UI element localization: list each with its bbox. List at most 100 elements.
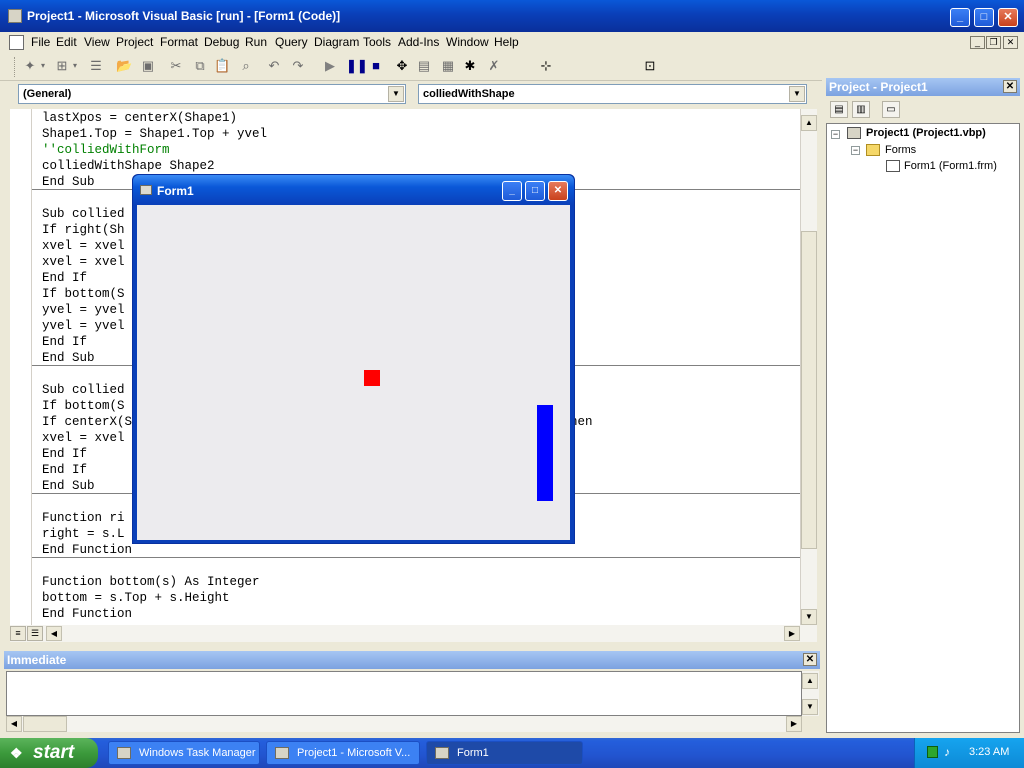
code-line[interactable]: End Function [42, 543, 132, 557]
scroll-left-icon[interactable]: ◀ [46, 626, 62, 641]
collapse-icon[interactable]: − [851, 146, 860, 155]
form1-title-bar[interactable]: Form1 _ □ ✕ [133, 175, 574, 205]
code-line[interactable]: If centerX(S [42, 415, 132, 429]
code-line[interactable]: End If [42, 335, 87, 349]
object-combo[interactable]: (General) ▼ [18, 84, 406, 104]
add-project-dropdown-icon[interactable]: ▾ [38, 58, 48, 74]
close-button[interactable]: ✕ [998, 8, 1018, 27]
minimize-button[interactable]: _ [950, 8, 970, 27]
paste-icon[interactable]: 📋 [214, 58, 230, 74]
procedure-combo[interactable]: colliedWithShape ▼ [418, 84, 807, 104]
menu-editor-icon[interactable]: ☰ [88, 58, 104, 74]
maximize-button[interactable]: □ [974, 8, 994, 27]
code-line[interactable]: End If [42, 447, 87, 461]
form-icon[interactable] [140, 185, 152, 195]
open-project-icon[interactable]: 📂 [116, 58, 132, 74]
view-object-icon[interactable]: ▥ [852, 101, 870, 118]
code-line[interactable]: Sub collied [42, 207, 125, 221]
code-line[interactable]: Function bottom(s) As Integer [42, 575, 260, 589]
scroll-left-icon[interactable]: ◀ [6, 716, 22, 732]
add-form-dropdown-icon[interactable]: ▾ [70, 58, 80, 74]
tree-item-project[interactable]: Project1 (Project1.vbp) [866, 127, 986, 139]
minimize-button[interactable]: _ [502, 181, 522, 201]
form-layout-icon[interactable]: ▦ [440, 58, 456, 74]
object-browser-icon[interactable]: ✱ [462, 58, 478, 74]
code-line[interactable]: If right(Sh [42, 223, 125, 237]
start-icon[interactable]: ▶ [322, 58, 338, 74]
task-form1[interactable]: Form1 [426, 741, 583, 765]
code-line[interactable]: Shape1.Top = Shape1.Top + yvel [42, 127, 267, 141]
toggle-folders-icon[interactable]: ▭ [882, 101, 900, 118]
close-button[interactable]: ✕ [548, 181, 568, 201]
menu-edit[interactable]: Edit [56, 35, 77, 49]
toolbar-grip[interactable] [14, 57, 17, 77]
scroll-down-icon[interactable]: ▼ [801, 609, 817, 625]
code-window-icon[interactable] [9, 35, 24, 50]
tree-item-forms[interactable]: Forms [885, 144, 916, 156]
add-project-icon[interactable]: ✦ [22, 58, 38, 74]
menu-view[interactable]: View [84, 35, 110, 49]
scroll-up-icon[interactable]: ▲ [801, 115, 817, 131]
menu-window[interactable]: Window [446, 35, 489, 49]
task-windows-task-manager[interactable]: Windows Task Manager [108, 741, 260, 765]
code-line[interactable]: End Function [42, 607, 132, 621]
form1-window[interactable]: Form1 _ □ ✕ [132, 174, 575, 544]
maximize-button[interactable]: □ [525, 181, 545, 201]
properties-window-icon[interactable]: ▤ [416, 58, 432, 74]
code-line[interactable]: If bottom(S [42, 399, 125, 413]
view-code-icon[interactable]: ▤ [830, 101, 848, 118]
code-line[interactable]: End Sub [42, 351, 95, 365]
code-line[interactable]: End Sub [42, 175, 95, 189]
task-visual-basic[interactable]: Project1 - Microsoft V... [266, 741, 420, 765]
clock[interactable]: 3:23 AM [969, 746, 1009, 758]
vb-app-icon[interactable] [8, 9, 22, 23]
immediate-horizontal-scrollbar[interactable]: ◀ ▶ [6, 716, 802, 732]
menu-tools[interactable]: Tools [363, 35, 391, 49]
code-line[interactable]: xvel = xvel [42, 255, 125, 269]
code-line[interactable]: lastXpos = centerX(Shape1) [42, 111, 237, 125]
code-line[interactable]: xvel = xvel [42, 239, 125, 253]
end-icon[interactable]: ■ [368, 58, 384, 74]
scroll-right-icon[interactable]: ▶ [784, 626, 800, 641]
menu-addins[interactable]: Add-Ins [398, 35, 439, 49]
chevron-down-icon[interactable]: ▼ [789, 86, 805, 102]
project-explorer-icon[interactable]: ✥ [394, 58, 410, 74]
menu-diagram[interactable]: Diagram [314, 35, 359, 49]
scroll-down-icon[interactable]: ▼ [802, 699, 818, 715]
code-line[interactable]: End If [42, 463, 87, 477]
menu-run[interactable]: Run [245, 35, 267, 49]
code-line[interactable]: yvel = yvel [42, 303, 125, 317]
procedure-view-icon[interactable]: ≡ [10, 626, 26, 641]
immediate-vertical-scrollbar[interactable]: ▲ ▼ [802, 671, 819, 716]
menu-file[interactable]: File [31, 35, 50, 49]
code-line[interactable]: Sub collied [42, 383, 125, 397]
code-line[interactable]: End Sub [42, 479, 95, 493]
menu-query[interactable]: Query [275, 35, 308, 49]
break-icon[interactable]: ❚❚ [346, 58, 368, 74]
tree-item-form1[interactable]: Form1 (Form1.frm) [904, 160, 997, 172]
copy-icon[interactable]: ⧉ [192, 58, 208, 74]
redo-icon[interactable]: ↷ [290, 58, 306, 74]
scroll-up-icon[interactable]: ▲ [802, 673, 818, 689]
start-button[interactable]: ❖ start [0, 738, 98, 768]
code-vertical-scrollbar[interactable]: ▲ ▼ [800, 109, 817, 625]
add-form-icon[interactable]: ⊞ [54, 58, 70, 74]
scroll-thumb[interactable] [801, 231, 817, 549]
code-line[interactable]: End If [42, 271, 87, 285]
save-project-icon[interactable]: ▣ [140, 58, 156, 74]
code-line[interactable]: bottom = s.Top + s.Height [42, 591, 230, 605]
menu-help[interactable]: Help [494, 35, 519, 49]
full-module-view-icon[interactable]: ☰ [27, 626, 43, 641]
mdi-restore-button[interactable]: ❐ [986, 36, 1001, 49]
code-line[interactable]: Function ri [42, 511, 125, 525]
menu-debug[interactable]: Debug [204, 35, 239, 49]
immediate-input[interactable] [6, 671, 802, 716]
undo-icon[interactable]: ↶ [266, 58, 282, 74]
toolbox-icon[interactable]: ✗ [486, 58, 502, 74]
task-manager-tray-icon[interactable] [927, 746, 938, 758]
collapse-icon[interactable]: − [831, 130, 840, 139]
code-line[interactable]: colliedWithShape Shape2 [42, 159, 215, 173]
network-icon[interactable]: ♪ [944, 745, 950, 759]
code-line[interactable]: right = s.L [42, 527, 125, 541]
cut-icon[interactable]: ✂ [168, 58, 184, 74]
